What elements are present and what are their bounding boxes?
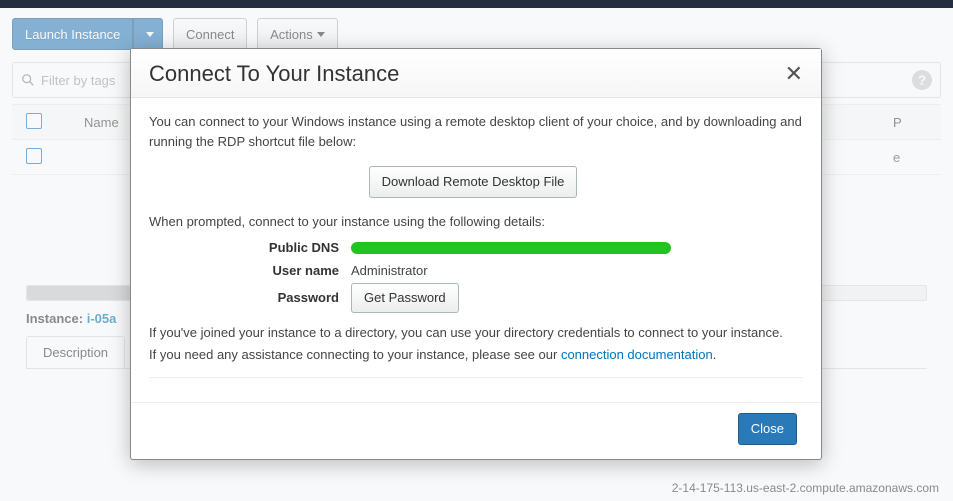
select-all-checkbox[interactable] bbox=[26, 113, 42, 129]
filter-placeholder: Filter by tags bbox=[41, 73, 115, 88]
launch-instance-dropdown[interactable] bbox=[133, 18, 163, 50]
get-password-button[interactable]: Get Password bbox=[351, 283, 459, 313]
zone-cell: e bbox=[879, 140, 941, 175]
actions-label: Actions bbox=[270, 27, 313, 42]
public-dns-label: Public DNS bbox=[149, 238, 351, 258]
help-text-prefix: If you need any assistance connecting to… bbox=[149, 347, 561, 362]
tab-description[interactable]: Description bbox=[26, 336, 125, 368]
close-button[interactable]: Close bbox=[738, 413, 797, 445]
user-name-label: User name bbox=[149, 261, 351, 281]
download-rdp-button[interactable]: Download Remote Desktop File bbox=[369, 166, 578, 198]
user-name-value: Administrator bbox=[351, 261, 428, 281]
directory-credentials-text: If you've joined your instance to a dire… bbox=[149, 323, 803, 343]
actions-dropdown-button[interactable]: Actions bbox=[257, 18, 338, 50]
connection-documentation-link[interactable]: connection documentation bbox=[561, 347, 713, 362]
connect-modal: Connect To Your Instance ✕ You can conne… bbox=[130, 48, 822, 460]
connect-button[interactable]: Connect bbox=[173, 18, 247, 50]
help-icon[interactable]: ? bbox=[912, 70, 932, 90]
public-dns-value-redacted bbox=[351, 242, 671, 254]
search-icon bbox=[21, 73, 35, 87]
footer-dns: 2-14-175-113.us-east-2.compute.amazonaws… bbox=[672, 481, 939, 495]
divider bbox=[149, 377, 803, 378]
password-label: Password bbox=[149, 288, 351, 308]
chevron-down-icon bbox=[317, 32, 325, 37]
chevron-down-icon bbox=[146, 32, 154, 37]
close-icon[interactable]: ✕ bbox=[785, 61, 803, 87]
modal-title: Connect To Your Instance bbox=[149, 61, 399, 87]
modal-prompt-text: When prompted, connect to your instance … bbox=[149, 212, 803, 232]
launch-instance-button[interactable]: Launch Instance bbox=[12, 18, 133, 50]
modal-intro-text: You can connect to your Windows instance… bbox=[149, 112, 803, 152]
titlebar bbox=[0, 0, 953, 8]
help-line: If you need any assistance connecting to… bbox=[149, 345, 803, 365]
help-text-suffix: . bbox=[713, 347, 717, 362]
col-p[interactable]: P bbox=[879, 105, 941, 140]
instance-id[interactable]: i-05a bbox=[87, 311, 117, 326]
instance-label: Instance: bbox=[26, 311, 83, 326]
row-checkbox[interactable] bbox=[26, 148, 42, 164]
